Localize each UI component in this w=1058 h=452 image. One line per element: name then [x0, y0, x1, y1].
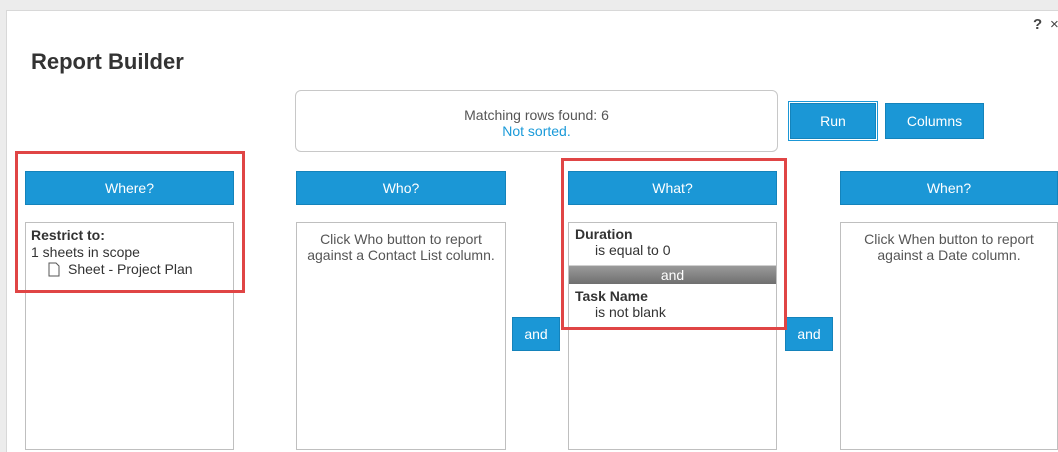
status-box: Matching rows found: 6 Not sorted. [295, 90, 778, 152]
when-hint: Click When button to report against a Da… [864, 231, 1034, 263]
who-hint: Click Who button to report against a Con… [307, 231, 495, 263]
who-button[interactable]: Who? [296, 171, 506, 205]
what-highlight-box [561, 158, 787, 330]
and-connector-button[interactable]: and [785, 317, 833, 351]
dialog-title: Report Builder [31, 49, 184, 74]
matching-rows-text: Matching rows found: 6 [464, 107, 609, 123]
who-panel[interactable]: Click Who button to report against a Con… [296, 222, 506, 450]
columns-button[interactable]: Columns [885, 103, 984, 139]
sort-status-link[interactable]: Not sorted. [296, 123, 777, 139]
help-icon[interactable]: ? [1033, 16, 1042, 33]
when-button[interactable]: When? [840, 171, 1058, 205]
close-icon[interactable]: × [1050, 16, 1058, 33]
when-panel[interactable]: Click When button to report against a Da… [840, 222, 1058, 450]
where-highlight-box [15, 151, 245, 293]
run-button[interactable]: Run [788, 101, 878, 141]
and-connector-button[interactable]: and [512, 317, 560, 351]
